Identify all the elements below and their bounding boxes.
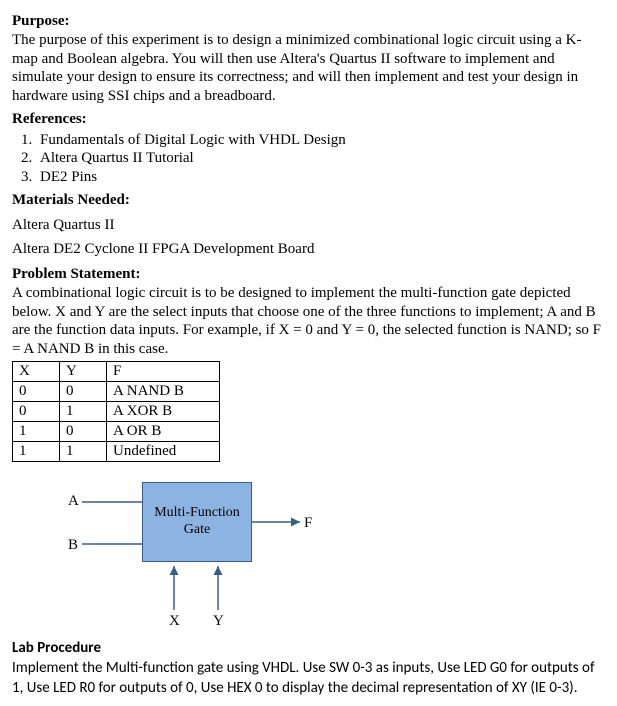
multi-function-gate-box: Multi-Function Gate [142,482,252,562]
table-row: 1 0 A OR B [13,421,220,441]
table-row: 0 1 A XOR B [13,401,220,421]
purpose-text: The purpose of this experiment is to des… [12,31,605,106]
reference-item: Fundamentals of Digital Logic with VHDL … [36,131,605,150]
select-label-y: Y [213,612,224,631]
cell-y: 1 [60,441,107,461]
cell-y: 1 [60,401,107,421]
cell-f: A OR B [107,421,220,441]
reference-item: DE2 Pins [36,168,605,187]
col-header-x: X [13,361,60,381]
problem-heading: Problem Statement: [12,265,605,284]
lab-procedure-text: Implement the Multi-function gate using … [12,658,605,699]
purpose-heading: Purpose: [12,12,605,31]
input-label-a: A [68,492,79,511]
references-heading: References: [12,110,605,129]
lab-procedure-heading: Lab Procedure [12,639,605,658]
materials-heading: Materials Needed: [12,191,605,210]
col-header-f: F [107,361,220,381]
col-header-y: Y [60,361,107,381]
block-diagram: Multi-Function Gate A B F X Y [38,472,358,637]
cell-x: 1 [13,421,60,441]
truth-table: X Y F 0 0 A NAND B 0 1 A XOR B 1 0 A OR … [12,361,220,462]
input-label-b: B [68,536,78,555]
cell-f: Undefined [107,441,220,461]
cell-f: A XOR B [107,401,220,421]
reference-item: Altera Quartus II Tutorial [36,149,605,168]
table-row: 0 0 A NAND B [13,381,220,401]
output-label-f: F [304,514,312,533]
references-list: Fundamentals of Digital Logic with VHDL … [36,131,605,187]
material-item: Altera DE2 Cyclone II FPGA Development B… [12,240,605,259]
cell-x: 0 [13,401,60,421]
cell-f: A NAND B [107,381,220,401]
table-header-row: X Y F [13,361,220,381]
select-label-x: X [169,612,180,631]
cell-x: 1 [13,441,60,461]
cell-y: 0 [60,381,107,401]
table-row: 1 1 Undefined [13,441,220,461]
cell-x: 0 [13,381,60,401]
material-item: Altera Quartus II [12,216,605,235]
cell-y: 0 [60,421,107,441]
gate-box-label: Multi-Function Gate [143,505,251,539]
problem-text: A combinational logic circuit is to be d… [12,284,605,359]
